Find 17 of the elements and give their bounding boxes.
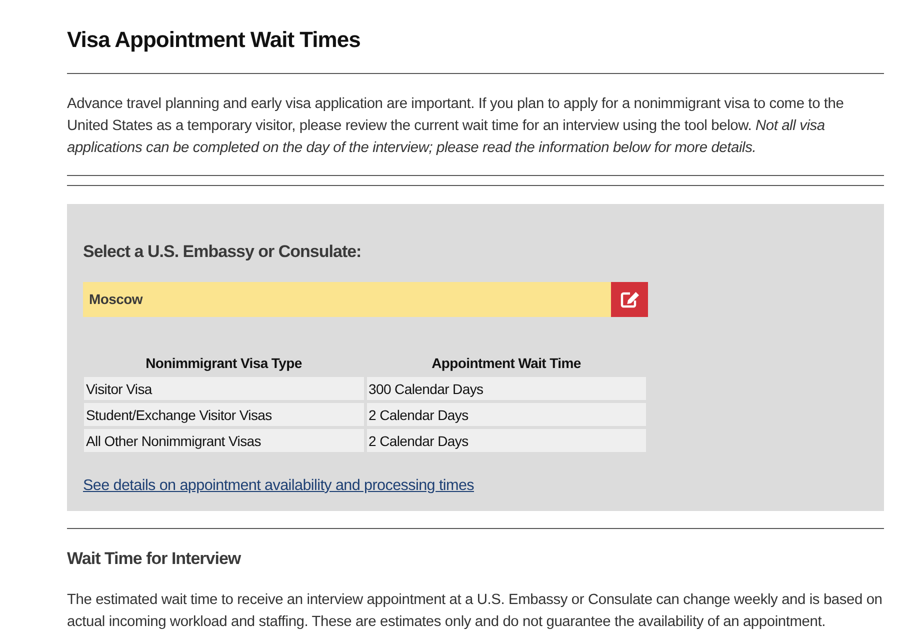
- table-cell: Student/Exchange Visitor Visas: [84, 403, 364, 426]
- column-header: Appointment Wait Time: [430, 354, 582, 373]
- section-paragraph: The estimated wait time to receive an interview appointment at a U.S. Embassy or Consulate can change weekly and is based on actual incoming workload and staffing. These are estimates only and do not guarantee the availability of an appointment.: [67, 591, 884, 632]
- section-heading: Wait Time for Interview: [67, 548, 242, 570]
- page-title: Visa Appointment Wait Times: [67, 26, 362, 54]
- table-cell: 2 Calendar Days: [366, 403, 646, 426]
- edit-button[interactable]: [611, 282, 648, 317]
- consulate-select-heading: Select a U.S. Embassy or Consulate:: [83, 241, 362, 263]
- table-cell: 300 Calendar Days: [366, 377, 646, 400]
- details-link[interactable]: See details on appointment availability and processing times: [83, 477, 474, 495]
- edit-icon: [620, 290, 640, 308]
- selected-consulate-field[interactable]: Moscow: [83, 282, 611, 317]
- intro-paragraph: Advance travel planning and early visa application are important. If you plan to apply for a nonimmigrant visa to come to the United States as a temporary visitor, please review the current wait time for an interview using the tool below. Not all visa applications can be completed on the day of the interview; please read the information below for more details.: [67, 95, 845, 158]
- table-cell: Visitor Visa: [84, 377, 364, 400]
- column-header: Nonimmigrant Visa Type: [144, 354, 303, 373]
- table-cell: All Other Nonimmigrant Visas: [84, 429, 364, 452]
- table-cell: 2 Calendar Days: [366, 429, 646, 452]
